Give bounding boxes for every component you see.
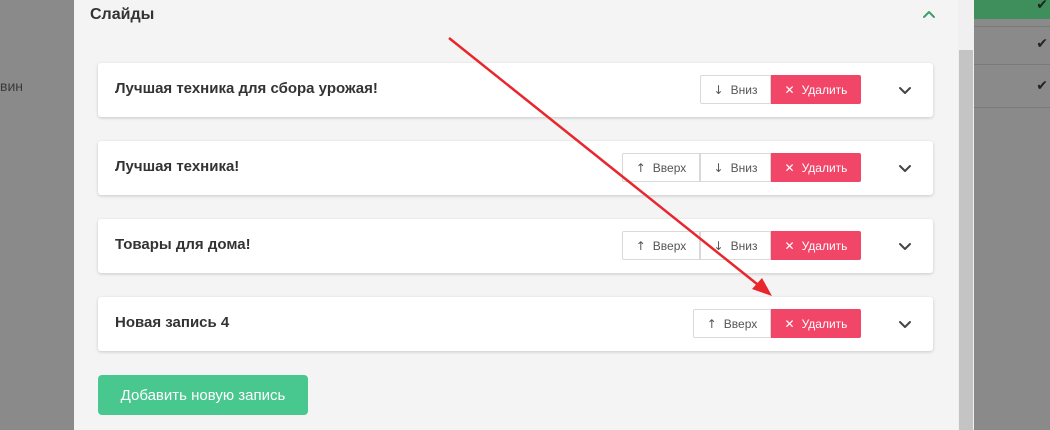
background-divider (974, 107, 1050, 108)
check-icon: ✔ (1036, 36, 1048, 52)
move-up-button[interactable]: ↑ Вверх (622, 231, 700, 260)
slide-card: Лучшая техника! ↑ Вверх ↓ Вниз ✕ Удалить (98, 141, 933, 195)
delete-button[interactable]: ✕ Удалить (771, 153, 861, 182)
slide-title: Товары для дома! (115, 236, 251, 253)
button-label: Вниз (730, 238, 758, 253)
chevron-down-icon[interactable] (895, 80, 915, 100)
background-divider (974, 64, 1050, 65)
panel-header: Слайды (74, 0, 958, 34)
arrow-down-icon: ↓ (713, 82, 724, 97)
button-label: Удалить (801, 316, 848, 331)
button-label: Удалить (801, 238, 848, 253)
background-table-fragment: ✔ ✔ ✔ (974, 0, 1050, 110)
slides-panel: Слайды Лучшая техника для сбора урожая! ↓… (74, 0, 974, 430)
close-icon: ✕ (784, 160, 795, 175)
add-new-record-button[interactable]: Добавить новую запись (98, 375, 308, 415)
button-label: Вверх (652, 160, 687, 175)
button-label: Вниз (730, 160, 758, 175)
move-down-button[interactable]: ↓ Вниз (700, 231, 771, 260)
delete-button[interactable]: ✕ Удалить (771, 309, 861, 338)
delete-button[interactable]: ✕ Удалить (771, 231, 861, 260)
button-label: Вверх (723, 316, 758, 331)
chevron-up-icon[interactable] (919, 4, 939, 24)
arrow-down-icon: ↓ (713, 238, 724, 253)
chevron-down-icon[interactable] (895, 236, 915, 256)
background-divider (974, 26, 1050, 27)
move-down-button[interactable]: ↓ Вниз (700, 75, 771, 104)
slide-actions: ↑ Вверх ↓ Вниз ✕ Удалить (622, 231, 861, 260)
close-icon: ✕ (784, 82, 795, 97)
slide-actions: ↓ Вниз ✕ Удалить (700, 75, 861, 104)
check-icon: ✔ (1036, 78, 1048, 94)
button-label: Удалить (801, 160, 848, 175)
check-icon: ✔ (1036, 0, 1048, 13)
scrollbar-thumb[interactable] (959, 50, 973, 430)
button-label: Вниз (730, 82, 758, 97)
close-icon: ✕ (784, 238, 795, 253)
chevron-down-icon[interactable] (895, 158, 915, 178)
delete-button[interactable]: ✕ Удалить (771, 75, 861, 104)
move-up-button[interactable]: ↑ Вверх (693, 309, 771, 338)
arrow-up-icon: ↑ (635, 238, 646, 253)
button-label: Вверх (652, 238, 687, 253)
arrow-up-icon: ↑ (706, 316, 717, 331)
slide-title: Лучшая техника! (115, 158, 240, 175)
move-down-button[interactable]: ↓ Вниз (700, 153, 771, 182)
slide-card: Лучшая техника для сбора урожая! ↓ Вниз ✕ Уд… (98, 63, 933, 117)
panel-title: Слайды (90, 6, 155, 23)
slide-actions: ↑ Вверх ↓ Вниз ✕ Удалить (622, 153, 861, 182)
arrow-up-icon: ↑ (635, 160, 646, 175)
move-up-button[interactable]: ↑ Вверх (622, 153, 700, 182)
close-icon: ✕ (784, 316, 795, 331)
button-label: Удалить (801, 82, 848, 97)
arrow-down-icon: ↓ (713, 160, 724, 175)
background-text: вин (0, 78, 23, 94)
slide-title: Новая запись 4 (115, 314, 230, 331)
slide-card: Товары для дома! ↑ Вверх ↓ Вниз ✕ Удалить (98, 219, 933, 273)
chevron-down-icon[interactable] (895, 314, 915, 334)
slide-title: Лучшая техника для сбора урожая! (115, 80, 378, 97)
slide-card: Новая запись 4 ↑ Вверх ✕ Удалить (98, 297, 933, 351)
slide-actions: ↑ Вверх ✕ Удалить (693, 309, 861, 338)
